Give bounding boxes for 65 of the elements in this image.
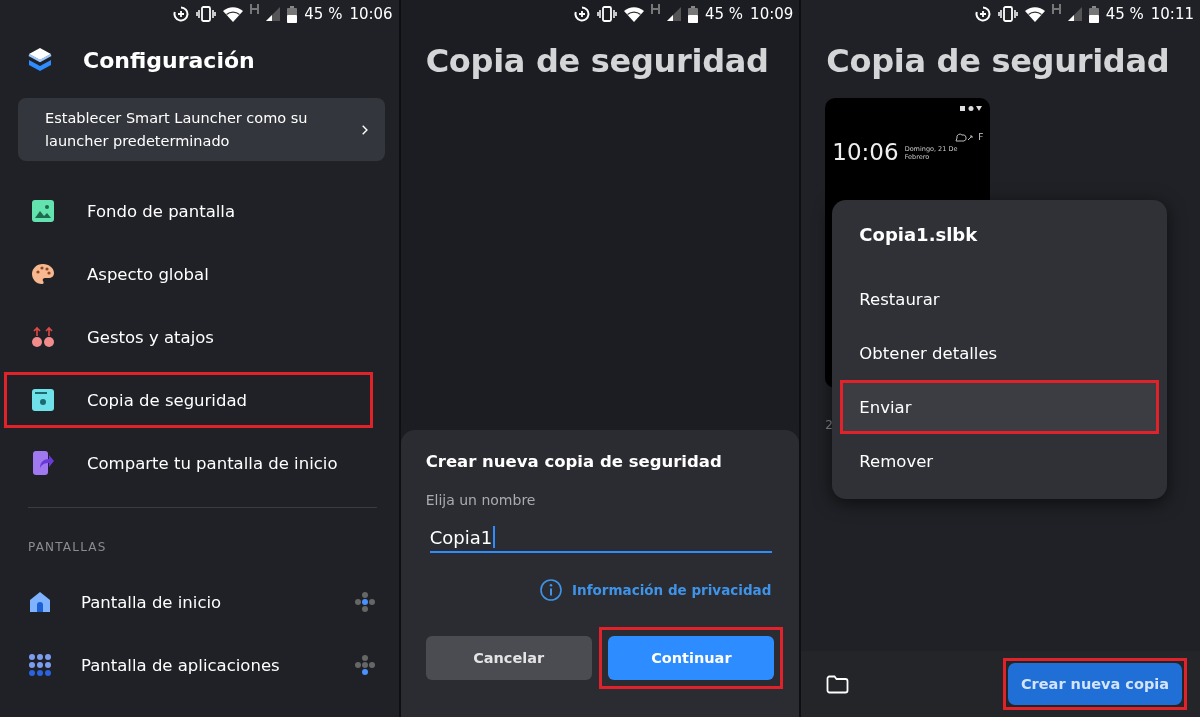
share-icon bbox=[32, 450, 54, 476]
palette-icon bbox=[31, 263, 55, 285]
reorder-dots-icon[interactable] bbox=[354, 592, 375, 612]
gesture-icon bbox=[31, 326, 55, 348]
battery-level: 45 % bbox=[304, 5, 343, 23]
weather-icon bbox=[955, 132, 976, 142]
create-backup-button[interactable]: Crear nueva copia bbox=[1008, 663, 1182, 705]
preview-clock: 10:06 bbox=[832, 139, 899, 165]
home-icon bbox=[29, 591, 51, 613]
settings-item[interactable]: Gestos y atajos bbox=[4, 309, 373, 365]
network-type-icon bbox=[1051, 4, 1061, 14]
settings-item[interactable]: Aspecto global bbox=[4, 246, 373, 302]
folder-icon[interactable] bbox=[826, 674, 850, 694]
settings-item[interactable]: Copia de seguridad bbox=[4, 372, 373, 428]
screen-title: Copia de seguridad bbox=[825, 41, 1171, 80]
signal-icon bbox=[667, 7, 681, 21]
screen-title: Configuración bbox=[83, 47, 255, 73]
reorder-dots-icon[interactable] bbox=[354, 655, 375, 675]
info-icon bbox=[540, 579, 563, 601]
clock: 10:06 bbox=[349, 5, 393, 23]
settings-item[interactable]: Pantalla de inicio bbox=[0, 574, 399, 630]
wifi-icon bbox=[624, 6, 644, 22]
data-saver-icon bbox=[173, 6, 190, 22]
network-type-icon bbox=[651, 4, 660, 14]
dialog-title: Crear nueva copia de seguridad bbox=[425, 452, 723, 471]
chevron-right-icon bbox=[362, 123, 369, 137]
section-header: PANTALLAS bbox=[27, 539, 108, 556]
name-field[interactable]: Copia1 bbox=[429, 526, 773, 553]
menu-title: Copia1.slbk bbox=[858, 224, 979, 247]
clock: 10:09 bbox=[750, 5, 794, 23]
vibrate-icon bbox=[997, 6, 1018, 22]
signal-icon bbox=[266, 7, 281, 21]
image-icon bbox=[32, 200, 54, 222]
settings-item[interactable]: Fondo de pantalla bbox=[4, 183, 373, 239]
vibrate-icon bbox=[597, 6, 617, 22]
network-type-icon bbox=[250, 4, 260, 14]
battery-level: 45 % bbox=[1105, 5, 1144, 23]
status-icons bbox=[959, 106, 984, 112]
app-logo-icon bbox=[27, 47, 53, 73]
battery-icon bbox=[287, 5, 298, 23]
backup-date: 2 bbox=[825, 418, 834, 432]
preview-weather: F bbox=[978, 132, 984, 142]
app-grid-icon bbox=[29, 654, 51, 676]
wifi-icon bbox=[1024, 6, 1045, 22]
backup-icon bbox=[32, 389, 54, 411]
settings-item[interactable]: Comparte tu pantalla de inicio bbox=[4, 435, 373, 491]
battery-level: 45 % bbox=[705, 5, 744, 23]
field-label: Elija un nombre bbox=[425, 492, 537, 508]
default-launcher-banner[interactable]: Establecer Smart Launcher como su launcher predeterminado bbox=[18, 98, 385, 161]
menu-item[interactable]: Enviar bbox=[840, 380, 1160, 434]
menu-item[interactable]: Restaurar bbox=[840, 272, 1160, 326]
wifi-icon bbox=[223, 6, 244, 22]
vibrate-icon bbox=[196, 6, 217, 22]
battery-icon bbox=[1088, 5, 1099, 23]
settings-item[interactable]: Pantalla de aplicaciones bbox=[0, 637, 399, 693]
screen-title: Copia de seguridad bbox=[424, 41, 770, 80]
privacy-link[interactable]: Información de privacidad bbox=[572, 582, 772, 598]
menu-item[interactable]: Remover bbox=[840, 434, 1160, 488]
signal-icon bbox=[1067, 7, 1082, 21]
cancel-button[interactable]: Cancelar bbox=[425, 636, 592, 680]
data-saver-icon bbox=[574, 6, 590, 22]
battery-icon bbox=[688, 5, 698, 23]
clock: 10:11 bbox=[1150, 5, 1194, 23]
menu-item[interactable]: Obtener detalles bbox=[840, 326, 1160, 380]
data-saver-icon bbox=[974, 6, 991, 22]
